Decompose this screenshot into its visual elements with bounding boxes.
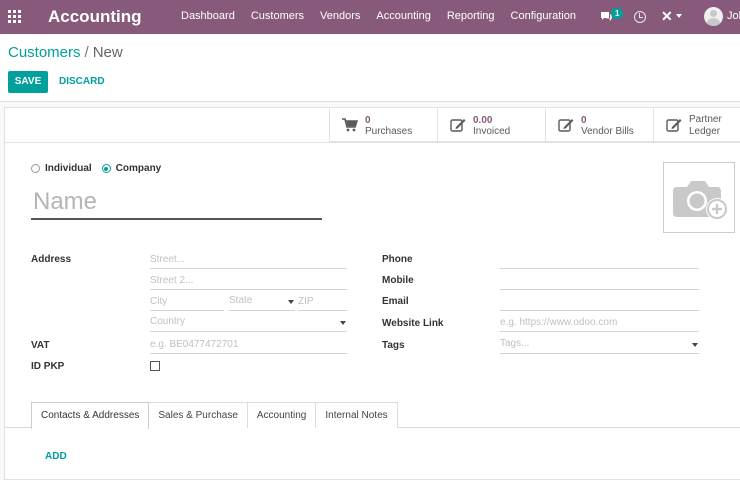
tab-contacts-addresses[interactable]: Contacts & Addresses [31,402,150,429]
image-upload[interactable] [663,162,735,233]
vendor-bills-stat-button[interactable]: 0 Vendor Bills [545,108,653,142]
menu-item-customers[interactable]: Customers [243,0,312,34]
avatar[interactable] [704,7,723,26]
id-pkp-label: ID PKP [31,361,65,372]
city-input[interactable] [150,293,224,311]
purchases-value: 0 [365,115,371,126]
chevron-down-icon [288,300,294,304]
tags-label: Tags [382,340,405,351]
country-placeholder: Country [150,316,186,327]
menu-item-dashboard[interactable]: Dashboard [173,0,243,34]
notebook-tabs: Contacts & Addresses Sales & Purchase Ac… [31,402,398,429]
tab-accounting[interactable]: Accounting [246,402,317,428]
discard-button[interactable]: DISCARD [54,71,110,93]
menu-item-accounting[interactable]: Accounting [368,0,438,34]
cart-icon [342,118,358,132]
breadcrumb-parent[interactable]: Customers [8,44,81,61]
smart-button-box: 0 Purchases 0.00 Invoiced 0 Vendor Bills [329,108,740,142]
form-sheet: 0 Purchases 0.00 Invoiced 0 Vendor Bills [4,107,740,480]
id-pkp-checkbox[interactable] [150,361,160,371]
menu-item-vendors[interactable]: Vendors [312,0,368,34]
website-input[interactable] [500,314,699,332]
tags-select[interactable]: Tags... [500,336,699,354]
street-input[interactable] [150,251,347,269]
tab-sales-purchase[interactable]: Sales & Purchase [148,402,248,428]
phone-input[interactable] [500,251,699,269]
top-navbar: Accounting Dashboard Customers Vendors A… [0,0,740,34]
breadcrumb-current: New [92,44,123,61]
user-name[interactable]: Joh [727,10,740,22]
purchases-stat-button[interactable]: 0 Purchases [329,108,437,142]
main-menu: Dashboard Customers Vendors Accounting R… [173,0,584,34]
partner-ledger-label-2: Ledger [689,126,721,137]
vendor-bills-value: 0 [581,115,587,126]
partner-ledger-stat-button[interactable]: Partner Ledger [653,108,740,142]
individual-radio[interactable]: Individual [31,163,92,174]
chat-badge: 1 [611,8,624,19]
invoiced-stat-button[interactable]: 0.00 Invoiced [437,108,545,142]
debug-icon[interactable]: ✕ [661,8,673,25]
company-label: Company [115,163,162,174]
control-panel: Customers / New SAVE DISCARD [0,34,740,102]
street2-input[interactable] [150,272,347,290]
website-label: Website Link [382,318,444,329]
company-type-radio-group: Individual Company [31,163,171,174]
vat-input[interactable] [150,336,347,354]
email-label: Email [382,296,409,307]
country-select[interactable]: Country [150,314,347,332]
edit-icon [558,119,574,132]
mobile-input[interactable] [500,272,699,290]
add-contact-button[interactable]: ADD [45,451,67,462]
name-input[interactable] [31,186,322,220]
tags-placeholder: Tags... [500,338,530,349]
radio-checked[interactable] [101,164,111,173]
vendor-bills-label: Vendor Bills [581,126,634,137]
state-select[interactable]: State [229,293,295,311]
divider [5,142,740,143]
breadcrumb-separator: / [84,44,89,61]
tab-internal-notes[interactable]: Internal Notes [315,402,398,428]
company-radio[interactable]: Company [101,163,162,174]
mobile-label: Mobile [382,275,414,286]
menu-item-reporting[interactable]: Reporting [439,0,503,34]
menu-item-configuration[interactable]: Configuration [503,0,584,34]
chevron-down-icon [340,321,346,325]
app-title[interactable]: Accounting [48,7,142,27]
breadcrumb: Customers / New [8,44,123,61]
clock-icon[interactable] [634,11,646,23]
zip-input[interactable] [298,293,347,311]
address-label: Address [31,254,72,265]
save-button[interactable]: SAVE [8,71,48,93]
phone-label: Phone [382,254,413,265]
chevron-down-icon [692,343,698,347]
email-input[interactable] [500,293,699,311]
radio-unchecked[interactable] [31,164,40,173]
edit-icon [450,119,466,132]
edit-icon [666,119,682,132]
vat-label: VAT [31,340,50,351]
invoiced-value: 0.00 [473,115,493,126]
individual-label: Individual [45,163,92,174]
chevron-down-icon [676,14,682,18]
invoiced-label: Invoiced [473,126,511,137]
apps-grid-icon[interactable] [8,10,21,23]
state-placeholder: State [229,295,253,306]
purchases-label: Purchases [365,126,413,137]
partner-ledger-label-1: Partner [689,114,722,125]
camera-add-icon [673,181,728,220]
